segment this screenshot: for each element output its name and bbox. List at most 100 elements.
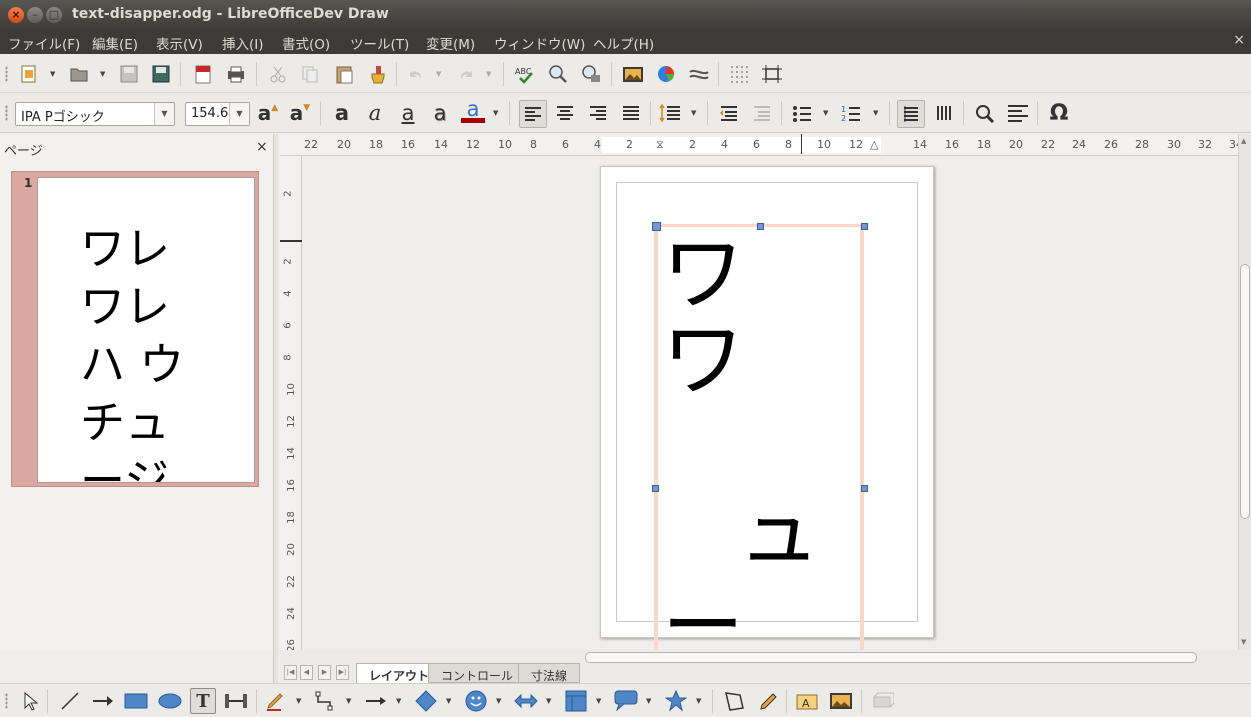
export-pdf-icon[interactable] [191, 62, 215, 86]
page-thumbnail[interactable]: 1 ワレ ワレ ハ ウ チュ ージ [11, 171, 259, 487]
tab-controls[interactable]: コントロール [428, 663, 527, 683]
glue-icon[interactable] [756, 689, 780, 713]
close-document-icon[interactable]: × [1233, 32, 1245, 48]
fontwork-icon[interactable] [687, 62, 711, 86]
numbered-list-dropdown-icon[interactable]: ▼ [873, 101, 881, 125]
window-close-button[interactable]: × [8, 7, 24, 23]
open-icon[interactable] [67, 62, 91, 86]
basic-shapes-icon[interactable] [414, 689, 438, 713]
flowchart-dropdown-icon[interactable]: ▼ [596, 689, 604, 713]
justify-button[interactable] [619, 101, 643, 125]
align-center-button[interactable] [553, 101, 577, 125]
helplines-icon[interactable] [760, 62, 784, 86]
save-as-icon[interactable] [149, 62, 173, 86]
unordered-list-button[interactable] [790, 101, 814, 125]
toolbar-grip[interactable] [5, 693, 8, 709]
ellipse-icon[interactable] [158, 689, 182, 713]
selection-handle[interactable] [861, 223, 868, 230]
ordered-list-button[interactable]: 12 [839, 101, 863, 125]
align-left-button[interactable] [519, 100, 547, 128]
vertical-scrollbar-thumb[interactable] [1240, 264, 1250, 519]
symbol-shapes-dropdown-icon[interactable]: ▼ [496, 689, 504, 713]
menu-file[interactable]: ファイル(F) [8, 33, 80, 53]
spellcheck-icon[interactable]: ABC [513, 62, 537, 86]
menu-window[interactable]: ウィンドウ(W) [494, 33, 585, 53]
menu-insert[interactable]: 挿入(I) [222, 33, 264, 53]
horizontal-ruler[interactable]: 22 20 18 16 14 12 10 8 6 4 2 2 4 6 8 10 12 14 16 18 20 22 24 26… [280, 134, 1243, 156]
font-name-combo[interactable]: IPA Pゴシック ▼ [15, 102, 175, 126]
bold-button[interactable]: a [330, 101, 354, 125]
line-arrows-dropdown-icon[interactable]: ▼ [396, 689, 404, 713]
menu-help[interactable]: ヘルプ(H) [593, 33, 654, 53]
callouts-dropdown-icon[interactable]: ▼ [646, 689, 654, 713]
menu-edit[interactable]: 編集(E) [92, 33, 138, 53]
increase-paragraph-spacing-button[interactable] [717, 101, 741, 125]
selection-handle[interactable] [652, 222, 661, 231]
line-icon[interactable] [58, 689, 82, 713]
extrusion-icon[interactable] [870, 689, 894, 713]
line-spacing-dropdown-icon[interactable]: ▼ [691, 101, 699, 125]
from-file-icon[interactable] [829, 689, 853, 713]
redo-icon[interactable] [454, 62, 478, 86]
decrease-paragraph-spacing-button[interactable] [750, 101, 774, 125]
line-arrows-icon[interactable] [364, 689, 388, 713]
save-icon[interactable] [117, 62, 141, 86]
stars-icon[interactable] [664, 689, 688, 713]
scroll-down-icon[interactable]: ▼ [1241, 638, 1246, 646]
font-color-button[interactable]: a [461, 97, 485, 123]
new-dropdown-icon[interactable]: ▼ [50, 62, 58, 86]
special-character-button[interactable]: Ω [1047, 101, 1071, 126]
arrow-line-icon[interactable] [91, 689, 115, 713]
curve-dropdown-icon[interactable]: ▼ [346, 689, 354, 713]
block-arrows-dropdown-icon[interactable]: ▼ [546, 689, 554, 713]
italic-button[interactable]: a [363, 101, 387, 125]
grow-font-button[interactable]: a ▲ [256, 101, 280, 125]
connector-icon[interactable] [224, 689, 248, 713]
stars-dropdown-icon[interactable]: ▼ [696, 689, 704, 713]
scroll-up-icon[interactable]: ▲ [1241, 137, 1246, 145]
previous-tab-icon[interactable]: ◀ [300, 665, 313, 680]
zoom-icon[interactable] [546, 62, 570, 86]
close-icon[interactable]: × [256, 139, 268, 155]
align-right-button[interactable] [586, 101, 610, 125]
tab-marker-icon[interactable]: △ [870, 138, 878, 151]
window-minimize-button[interactable]: – [27, 7, 43, 23]
clone-formatting-icon[interactable] [366, 62, 390, 86]
image-icon[interactable] [621, 62, 645, 86]
shadow-button[interactable]: a [428, 101, 452, 125]
first-tab-icon[interactable]: |◀ [284, 665, 297, 680]
line-spacing-button[interactable] [658, 101, 682, 125]
new-icon[interactable] [17, 62, 41, 86]
undo-dropdown-icon[interactable]: ▼ [436, 62, 444, 86]
symbol-shapes-icon[interactable] [464, 689, 488, 713]
toolbar-grip[interactable] [5, 105, 8, 121]
selection-handle[interactable] [652, 485, 659, 492]
underline-button[interactable]: a [396, 101, 420, 125]
window-maximize-button[interactable]: □ [46, 7, 62, 23]
paste-icon[interactable] [332, 62, 356, 86]
bullet-list-dropdown-icon[interactable]: ▼ [823, 101, 831, 125]
last-tab-icon[interactable]: ▶| [336, 665, 349, 680]
horizontal-scrollbar-thumb[interactable] [585, 652, 1197, 663]
font-color-dropdown-icon[interactable]: ▼ [493, 101, 501, 125]
grid-icon[interactable] [727, 62, 751, 86]
pen-dropdown-icon[interactable]: ▼ [296, 689, 304, 713]
points-icon[interactable] [722, 689, 746, 713]
text-direction-horizontal-button[interactable] [897, 100, 925, 128]
vertical-ruler[interactable]: 2 2 4 6 8 10 12 14 16 18 20 22 24 26 [280, 156, 302, 652]
cut-icon[interactable] [266, 62, 290, 86]
shrink-font-button[interactable]: a ▼ [288, 101, 312, 125]
block-arrows-icon[interactable] [514, 689, 538, 713]
drawing-canvas[interactable]: ワ ワ ュ ー [302, 156, 1238, 650]
flowchart-icon[interactable] [564, 689, 588, 713]
callouts-icon[interactable] [614, 689, 638, 713]
tab-dimension-lines[interactable]: 寸法線 [518, 663, 581, 683]
print-icon[interactable] [224, 62, 248, 86]
menu-modify[interactable]: 変更(M) [426, 33, 475, 53]
undo-icon[interactable] [404, 62, 428, 86]
zoom-pan-icon[interactable] [579, 62, 603, 86]
font-size-combo[interactable]: 154.6 ▼ [185, 102, 250, 126]
horizontal-scrollbar[interactable] [585, 652, 1238, 664]
select-icon[interactable] [18, 689, 42, 713]
redo-dropdown-icon[interactable]: ▼ [486, 62, 494, 86]
